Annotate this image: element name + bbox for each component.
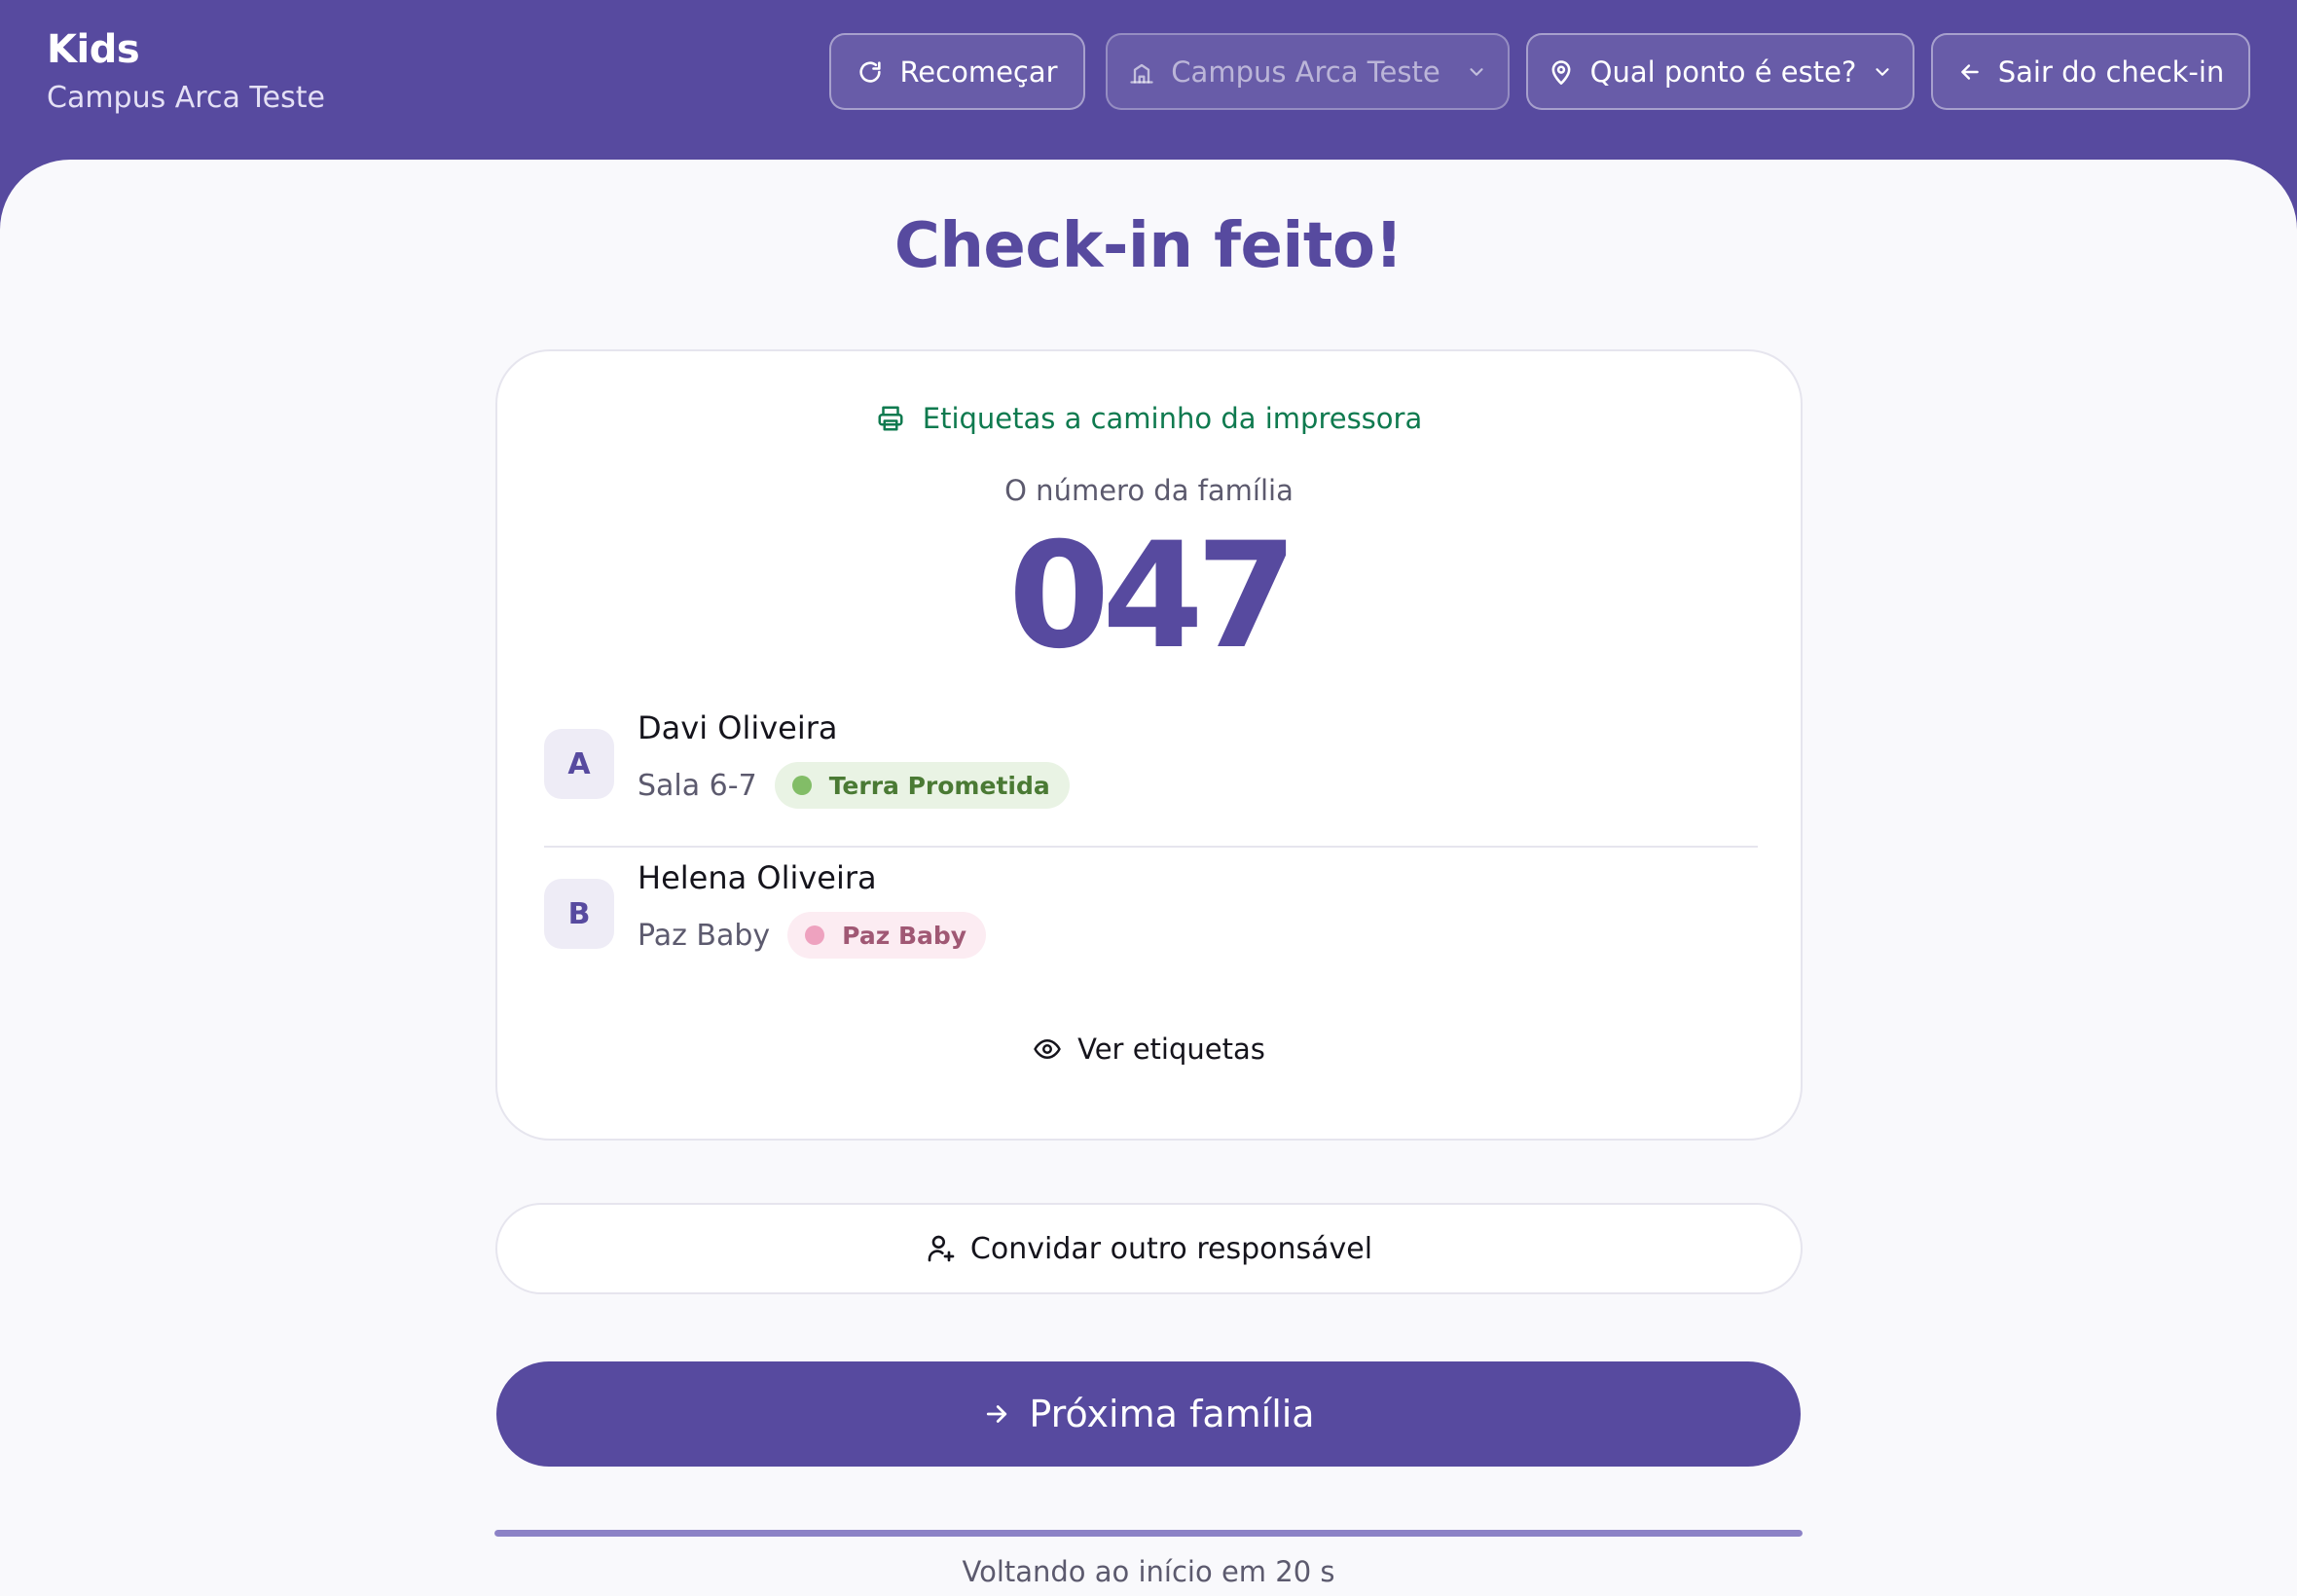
family-number-label: O número da família <box>1004 474 1294 507</box>
child-name: Davi Oliveira <box>638 709 838 746</box>
arrow-right-icon <box>987 1405 1007 1423</box>
child-row: B Helena Oliveira Paz Baby Paz Baby <box>544 852 1758 998</box>
printer-status: Etiquetas a caminho da impressora <box>497 402 1801 435</box>
campus-select[interactable]: Campus Arca Teste <box>1106 33 1510 110</box>
exit-checkin-button[interactable]: Sair do check-in <box>1931 33 2250 110</box>
exit-checkin-label: Sair do check-in <box>1997 54 2225 89</box>
child-room: Sala 6-7 <box>638 768 757 803</box>
next-family-button[interactable]: Próxima família <box>496 1361 1801 1467</box>
page-title: Check-in feito! <box>893 210 1404 282</box>
brand: Kids Campus Arca Teste <box>47 23 325 121</box>
top-bar: Kids Campus Arca Teste Recomeçar Campus … <box>0 0 2297 160</box>
invite-guardian-label: Convidar outro responsável <box>969 1231 1373 1266</box>
campus-subtitle: Campus Arca Teste <box>47 81 325 115</box>
view-labels-button[interactable]: Ver etiquetas <box>497 1033 1801 1066</box>
chevron-down-icon <box>1876 67 1889 76</box>
child-meta: Sala 6-7 Terra Prometida <box>638 762 1070 809</box>
group-pill: Paz Baby <box>787 912 987 959</box>
countdown-progress-fill <box>494 1530 1803 1537</box>
printer-status-text: Etiquetas a caminho da impressora <box>922 402 1423 435</box>
countdown-progress-bar <box>494 1530 1803 1537</box>
view-labels-text: Ver etiquetas <box>1077 1033 1265 1066</box>
restart-label: Recomeçar <box>899 54 1058 89</box>
group-color-dot <box>791 776 812 795</box>
eye-icon <box>1034 1039 1061 1059</box>
campus-select-label: Campus Arca Teste <box>1171 54 1440 89</box>
child-letter-badge: A <box>544 729 614 799</box>
child-room: Paz Baby <box>638 918 771 953</box>
group-label: Terra Prometida <box>828 771 1050 800</box>
point-select-label: Qual ponto é este? <box>1589 54 1857 89</box>
refresh-icon <box>859 60 882 83</box>
child-meta: Paz Baby Paz Baby <box>638 912 987 959</box>
app-title: Kids <box>47 27 140 72</box>
main-panel: Check-in feito! Etiquetas a caminho da i… <box>0 160 2297 1596</box>
child-letter-badge: B <box>544 879 614 949</box>
child-name: Helena Oliveira <box>638 859 877 896</box>
map-pin-icon <box>1551 59 1571 85</box>
chevron-down-icon <box>1470 67 1483 76</box>
invite-guardian-button[interactable]: Convidar outro responsável <box>495 1203 1803 1294</box>
countdown-text: Voltando ao início em 20 s <box>962 1555 1335 1588</box>
child-row: A Davi Oliveira Sala 6-7 Terra Prometida <box>544 702 1758 848</box>
arrow-left-icon <box>1960 63 1979 80</box>
printer-icon <box>878 406 903 431</box>
group-color-dot <box>805 925 825 945</box>
building-icon <box>1130 63 1153 84</box>
restart-button[interactable]: Recomeçar <box>829 33 1085 110</box>
checkin-summary-card: Etiquetas a caminho da impressora O núme… <box>495 349 1803 1141</box>
next-family-label: Próxima família <box>1029 1393 1315 1435</box>
group-label: Paz Baby <box>842 921 967 950</box>
group-pill: Terra Prometida <box>774 762 1070 809</box>
family-number: 047 <box>1007 512 1297 681</box>
point-select[interactable]: Qual ponto é este? <box>1526 33 1914 110</box>
user-plus-icon <box>928 1235 955 1262</box>
